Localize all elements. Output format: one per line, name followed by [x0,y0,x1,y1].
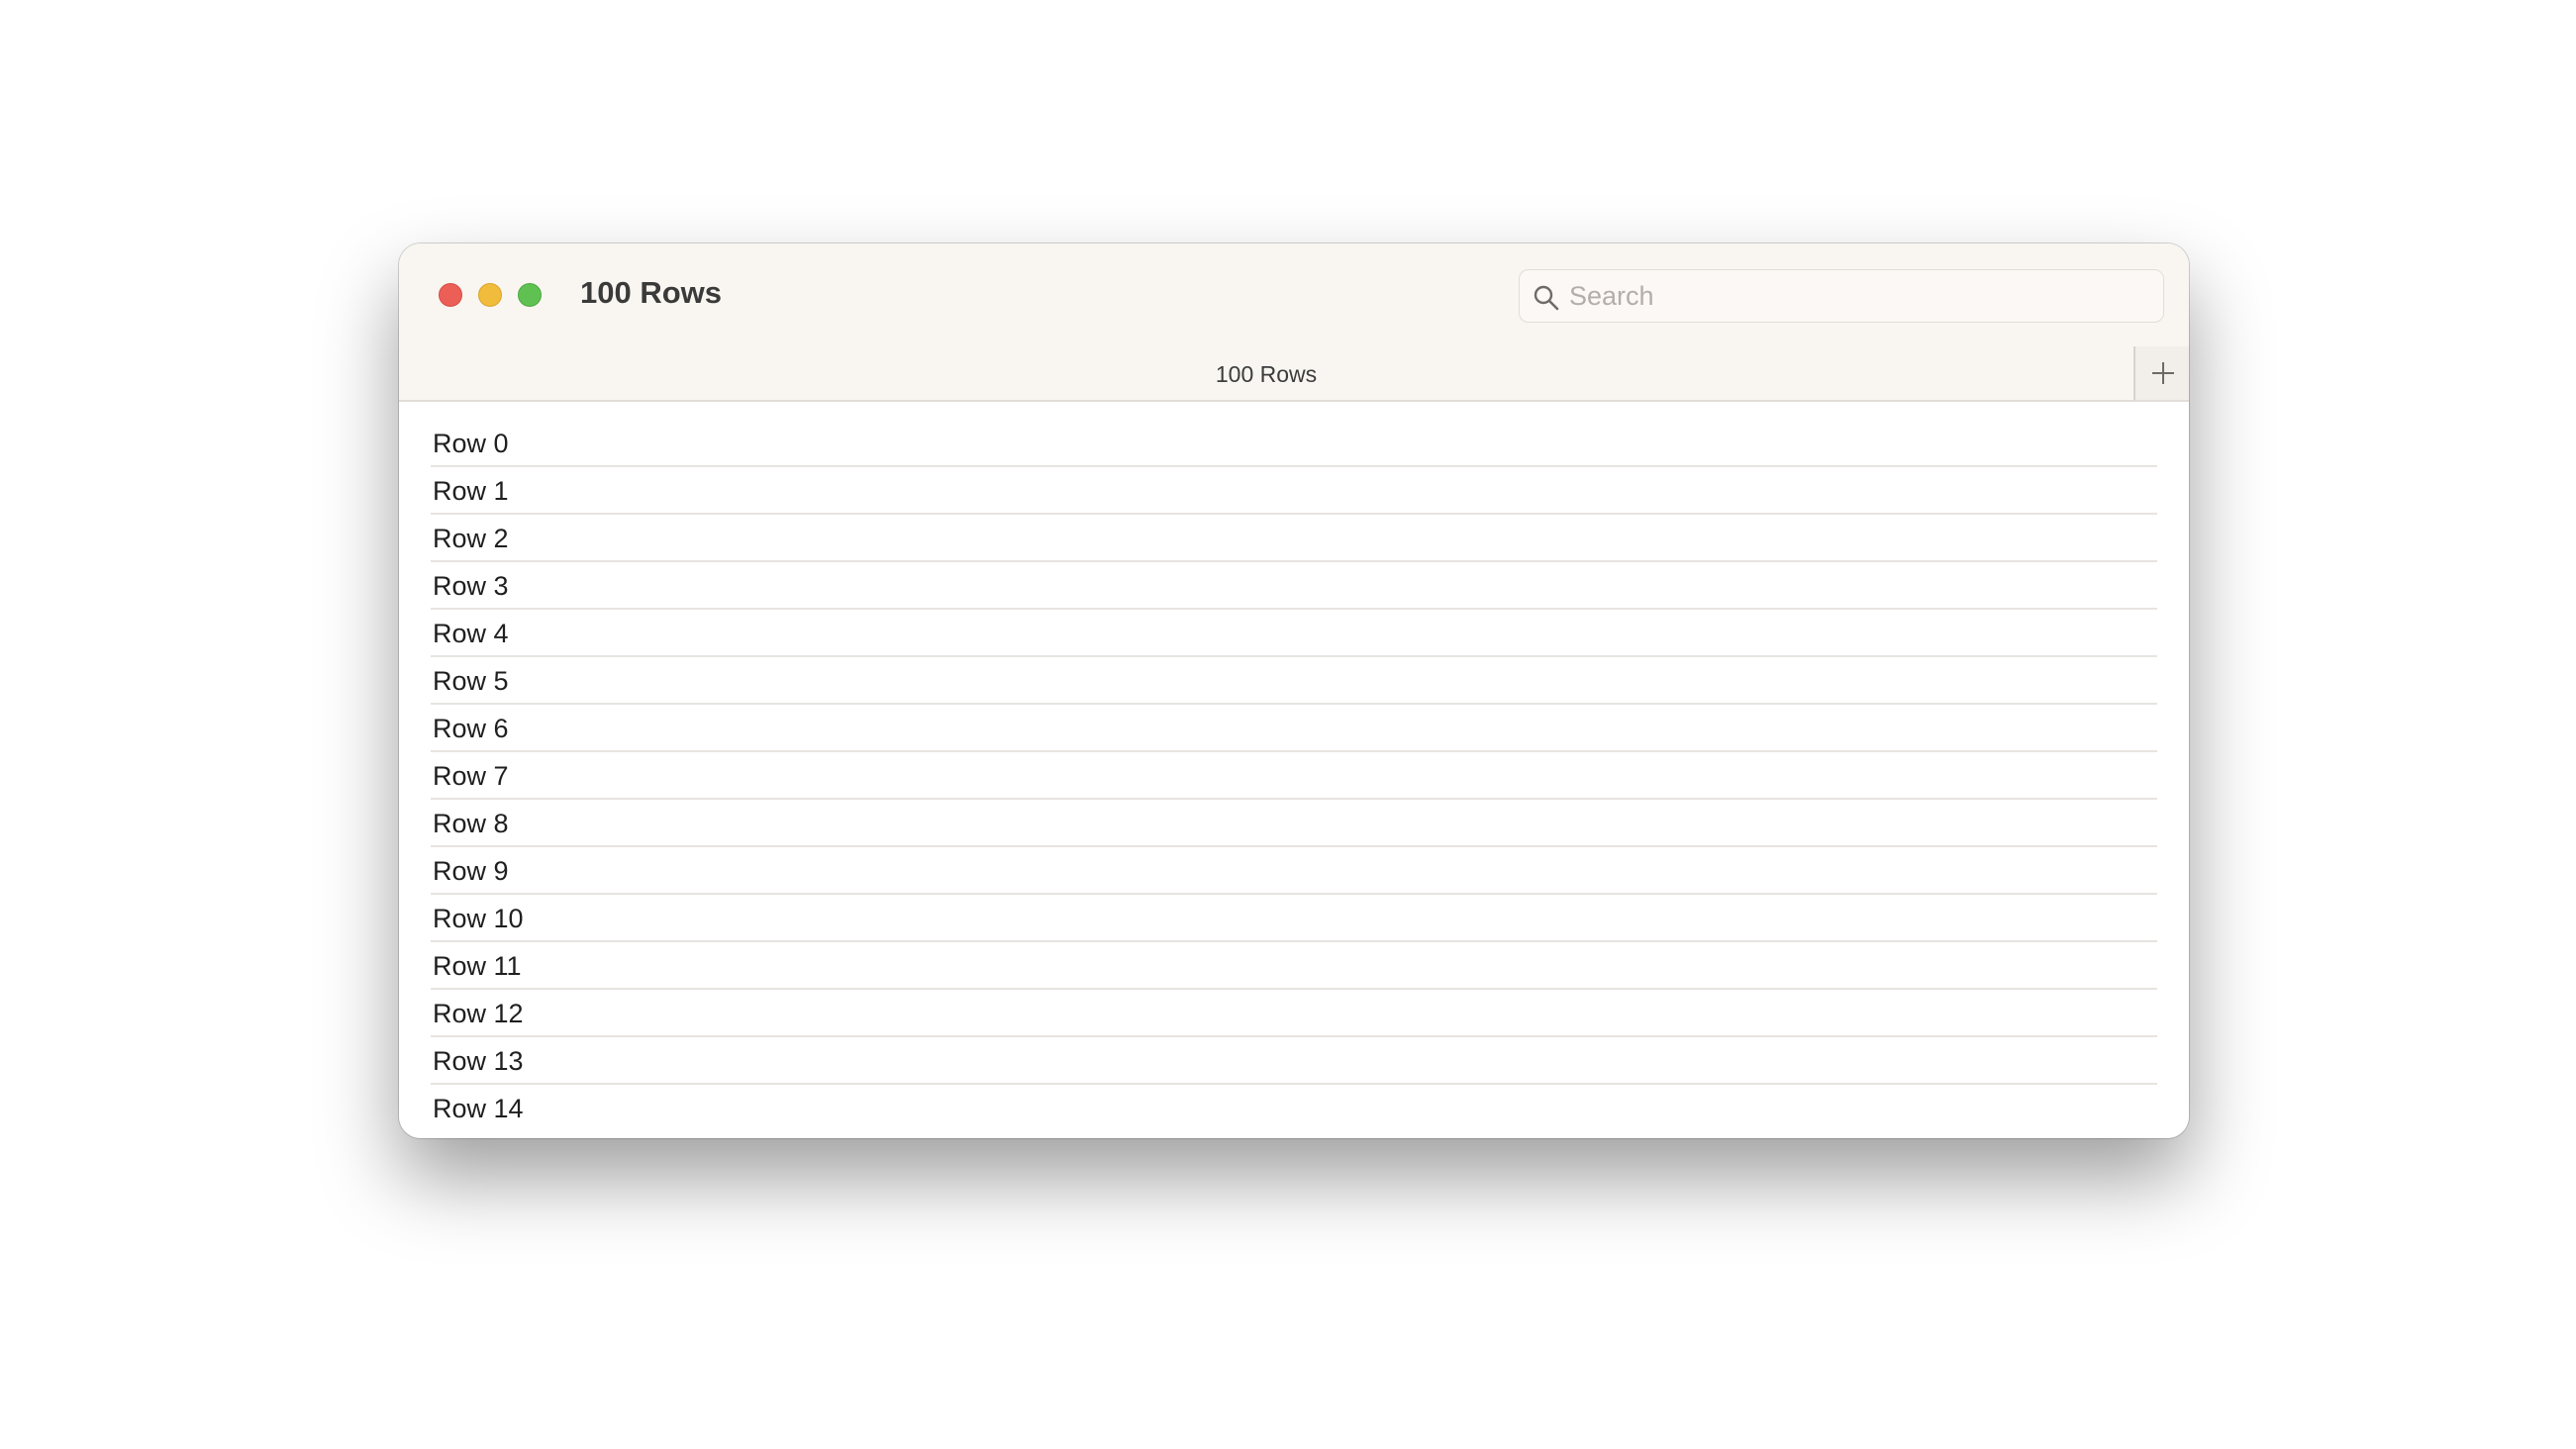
tab-bar: 100 Rows [399,346,2189,402]
row-label: Row 5 [433,666,509,696]
row-label: Row 2 [433,524,509,553]
row-label: Row 8 [433,809,509,838]
row-label: Row 13 [433,1046,524,1076]
zoom-button[interactable] [518,283,542,307]
list-item[interactable]: Row 14 [431,1085,2157,1132]
list-item[interactable]: Row 7 [431,752,2157,800]
row-label: Row 1 [433,476,509,506]
row-list[interactable]: Row 0 Row 1 Row 2 Row 3 Row 4 Row 5 Row … [399,402,2189,1138]
list-item[interactable]: Row 13 [431,1037,2157,1085]
row-label: Row 10 [433,904,524,933]
title-bar: 100 Rows [399,243,2189,346]
close-button[interactable] [439,283,462,307]
search-icon [1532,283,1561,313]
list-item[interactable]: Row 9 [431,847,2157,895]
row-label: Row 9 [433,856,509,886]
row-label: Row 3 [433,571,509,601]
list-item[interactable]: Row 11 [431,942,2157,990]
list-item[interactable]: Row 10 [431,895,2157,942]
list-item[interactable]: Row 5 [431,657,2157,705]
plus-icon [2152,362,2174,384]
minimize-button[interactable] [478,283,502,307]
row-label: Row 0 [433,429,509,458]
list-item[interactable]: Row 0 [431,420,2157,467]
row-label: Row 6 [433,714,509,743]
row-label: Row 4 [433,619,509,648]
row-label: Row 12 [433,999,524,1028]
list-item[interactable]: Row 6 [431,705,2157,752]
tab-100-rows[interactable]: 100 Rows [399,346,2133,400]
list-item[interactable]: Row 12 [431,990,2157,1037]
search-field[interactable] [1519,269,2164,323]
search-input[interactable] [1569,270,2153,322]
list-item[interactable]: Row 3 [431,562,2157,610]
app-window: 100 Rows 100 Rows Row 0 Row 1 Row 2 Row … [399,243,2189,1138]
row-label: Row 7 [433,761,509,791]
row-label: Row 14 [433,1094,524,1123]
list-item[interactable]: Row 1 [431,467,2157,515]
window-title: 100 Rows [580,275,723,310]
new-tab-button[interactable] [2133,346,2189,400]
list-item[interactable]: Row 8 [431,800,2157,847]
list-item[interactable]: Row 2 [431,515,2157,562]
row-label: Row 11 [433,951,522,981]
list-item[interactable]: Row 4 [431,610,2157,657]
